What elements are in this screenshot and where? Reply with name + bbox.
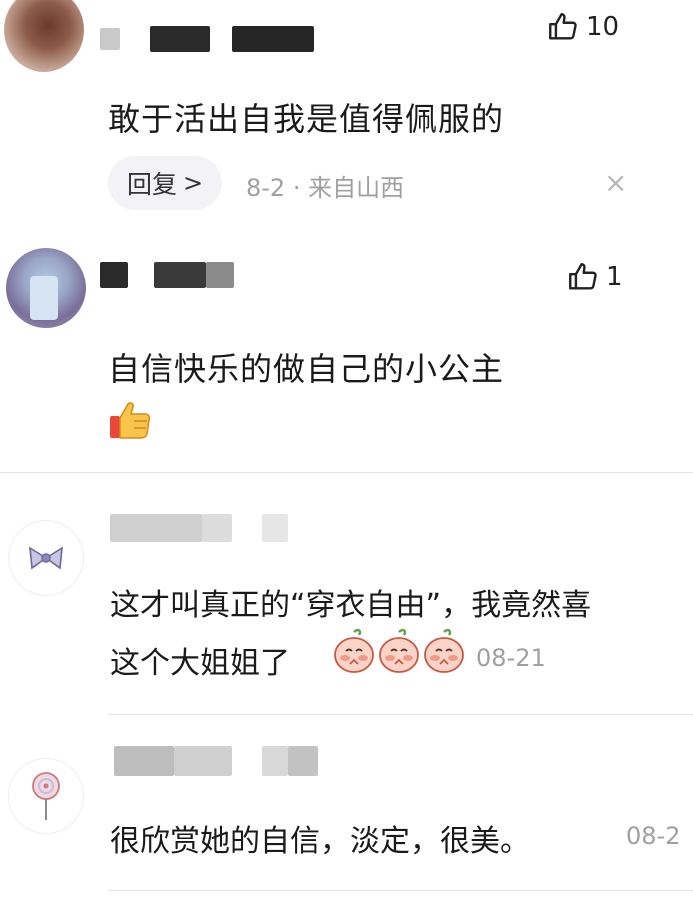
avatar[interactable]	[4, 0, 84, 72]
like-count: 10	[586, 12, 620, 42]
reply-date: 08-21	[476, 644, 546, 672]
divider	[0, 472, 693, 473]
reply-text: 很欣赏她的自信，淡定，很美。	[110, 824, 530, 859]
username-blurred[interactable]	[202, 514, 232, 542]
blush-peach-emoji	[379, 628, 419, 673]
blush-peach-emoji	[424, 628, 464, 673]
reply-label: 回复	[126, 170, 177, 199]
reply-button[interactable]: 回复 >	[108, 156, 222, 210]
comment-feed: 10 敢于活出自我是值得佩服的 回复 > 8-2 · 来自山西 × 1 自信快乐…	[0, 0, 693, 924]
like-button[interactable]: 10	[546, 10, 619, 44]
username-blurred[interactable]	[262, 746, 288, 776]
username-blurred[interactable]	[206, 262, 234, 288]
username-blurred[interactable]	[114, 746, 174, 776]
reply-date: 08-2	[626, 822, 681, 850]
thumbs-up-icon	[549, 13, 577, 40]
thumbs-up-icon	[569, 263, 597, 290]
username-blurred[interactable]	[100, 262, 128, 288]
like-button[interactable]: 1	[566, 260, 623, 294]
reply-text-line2: 这个大姐姐了	[110, 646, 290, 681]
comment-text: 自信快乐的做自己的小公主	[108, 350, 505, 388]
close-icon[interactable]: ×	[604, 166, 627, 199]
avatar-figure	[30, 276, 58, 320]
comment-text: 敢于活出自我是值得佩服的	[108, 100, 505, 138]
divider	[108, 714, 693, 715]
reply-text-line1: 这才叫真正的“穿衣自由”，我竟然喜	[110, 588, 592, 623]
username-blurred[interactable]	[174, 746, 232, 776]
avatar[interactable]	[6, 248, 86, 328]
thumbs-up-emoji	[110, 402, 151, 439]
divider	[108, 890, 693, 891]
comment-meta: 8-2 · 来自山西	[246, 174, 405, 202]
bow-icon	[29, 546, 63, 570]
lollipop-icon	[32, 772, 60, 820]
username-blurred[interactable]	[232, 26, 314, 52]
username-blurred[interactable]	[100, 28, 120, 50]
username-blurred[interactable]	[262, 514, 288, 542]
blush-peach-emoji	[334, 628, 374, 673]
avatar[interactable]	[8, 758, 84, 834]
username-blurred[interactable]	[150, 26, 210, 52]
like-count: 1	[606, 262, 623, 292]
username-blurred[interactable]	[110, 514, 202, 542]
chevron-right-icon: >	[182, 169, 204, 197]
avatar[interactable]	[8, 520, 84, 596]
username-blurred[interactable]	[154, 262, 206, 288]
username-blurred[interactable]	[288, 746, 318, 776]
